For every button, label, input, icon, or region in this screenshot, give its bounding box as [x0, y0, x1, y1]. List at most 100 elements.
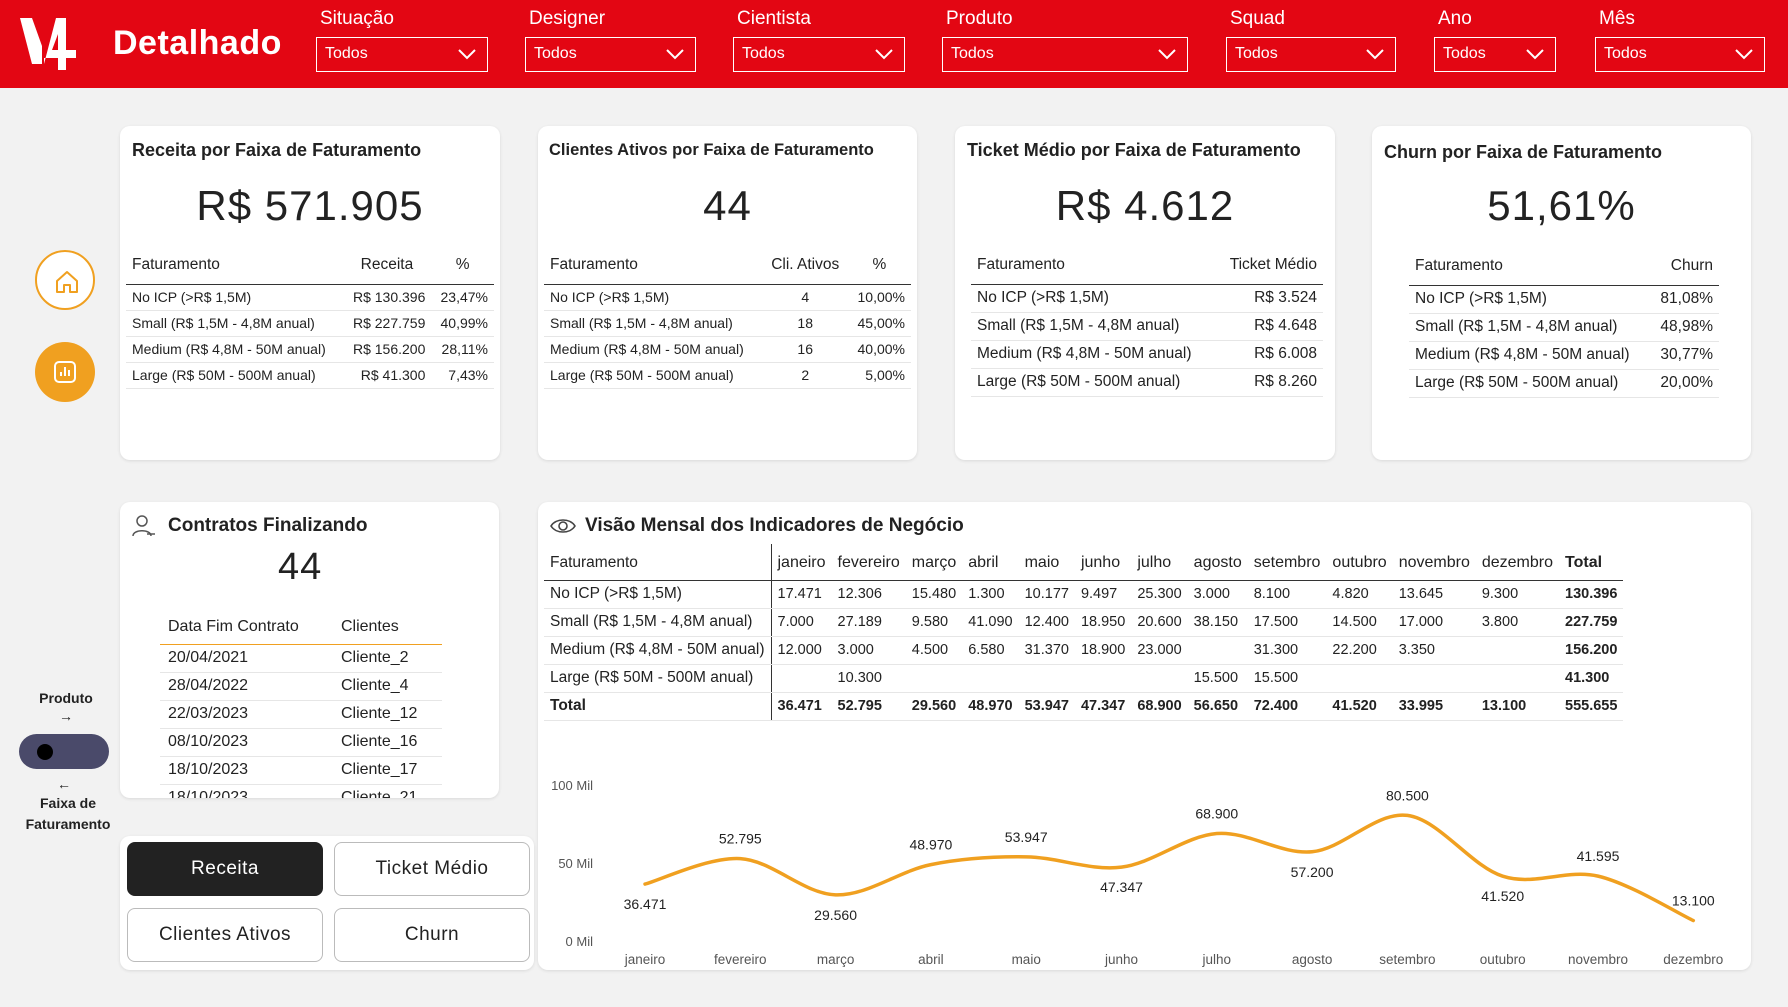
column-header: Cli. Ativos: [762, 250, 848, 285]
column-header: %: [431, 250, 494, 285]
kpi-table: Faturamento Cli. Ativos% No ICP (>R$ 1,5M…: [544, 250, 911, 389]
filter-value: Todos: [742, 45, 785, 62]
arrow-left-icon: ←: [57, 776, 71, 792]
column-header: Faturamento: [971, 250, 1216, 285]
report-button[interactable]: [35, 342, 95, 402]
table-row[interactable]: 18/10/2023 Cliente_17: [160, 756, 442, 785]
table-row[interactable]: No ICP (>R$ 1,5M) 81,08%: [1409, 285, 1719, 314]
filter-dropdown-designer[interactable]: Todos: [525, 37, 696, 72]
filter-dropdown-produto[interactable]: Todos: [942, 37, 1188, 72]
view-toggle[interactable]: [19, 734, 109, 769]
table-row[interactable]: No ICP (>R$ 1,5M) 17.471 12.306 15.480 1.300…: [544, 580, 1624, 609]
filter-dropdown-mes[interactable]: Todos: [1595, 37, 1765, 72]
ticket-medio-button[interactable]: Ticket Médio: [334, 842, 530, 896]
filter-ano: Ano Todos: [1434, 8, 1556, 72]
filter-label: Squad: [1230, 8, 1285, 29]
clientes-ativos-button[interactable]: Clientes Ativos: [127, 908, 323, 962]
user-icon: [132, 515, 155, 537]
column-header: julho: [1131, 544, 1188, 581]
filter-value: Todos: [1443, 45, 1486, 62]
column-header: Clientes: [332, 610, 442, 645]
column-header: agosto: [1187, 544, 1248, 581]
monthly-table: Faturamento janeiro fevereiro março abril mai…: [544, 544, 1624, 721]
card-title: Visão Mensal dos Indicadores de Negócio: [585, 515, 964, 536]
table-row[interactable]: 18/10/2023 Cliente_21: [160, 784, 442, 798]
column-header: fevereiro: [831, 544, 906, 581]
chevron-down-icon: [1366, 49, 1384, 60]
column-header: Faturamento: [544, 544, 772, 581]
filter-dropdown-ano[interactable]: Todos: [1434, 37, 1556, 72]
table-row[interactable]: Large (R$ 50M - 500M anual) 10.300 15.500 1…: [544, 664, 1624, 693]
filter-dropdown-squad[interactable]: Todos: [1226, 37, 1396, 72]
column-header: Receita: [342, 250, 432, 285]
chevron-down-icon: [458, 49, 476, 60]
column-header: Total: [1559, 544, 1624, 581]
table-row[interactable]: Medium (R$ 4,8M - 50M anual) R$ 6.008: [971, 340, 1323, 369]
page-title: Detalhado: [113, 24, 282, 62]
chevron-down-icon: [666, 49, 684, 60]
column-header: abril: [962, 544, 1019, 581]
filter-label: Cientista: [737, 8, 811, 29]
contracts-value: 44: [278, 546, 323, 588]
table-row[interactable]: Small (R$ 1,5M - 4,8M anual) 48,98%: [1409, 313, 1719, 342]
filter-label: Produto: [946, 8, 1013, 29]
column-header: novembro: [1392, 544, 1476, 581]
kpi-value: 44: [703, 182, 752, 229]
table-row[interactable]: Small (R$ 1,5M - 4,8M anual) R$ 227.759 40…: [126, 310, 494, 337]
toggle-label-produto: Produto: [39, 690, 93, 706]
table-row[interactable]: Large (R$ 50M - 500M anual) 20,00%: [1409, 369, 1719, 398]
column-header: Faturamento: [544, 250, 763, 285]
table-row[interactable]: Medium (R$ 4,8M - 50M anual) R$ 156.200 28…: [126, 336, 494, 363]
table-row[interactable]: 08/10/2023 Cliente_16: [160, 728, 442, 757]
chevron-down-icon: [1735, 49, 1753, 60]
table-row[interactable]: Small (R$ 1,5M - 4,8M anual) R$ 4.648: [971, 312, 1323, 341]
table-row[interactable]: Large (R$ 50M - 500M anual) 2 5,00%: [544, 362, 911, 389]
filter-label: Mês: [1599, 8, 1635, 29]
table-row[interactable]: 28/04/2022 Cliente_4: [160, 672, 442, 701]
column-header: dezembro: [1475, 544, 1559, 581]
table-row[interactable]: 22/03/2023 Cliente_12: [160, 700, 442, 729]
contracts-table: Data Fim Contrato Clientes 20/04/2021 Clie…: [160, 610, 442, 798]
toggle-label-faixa: Faixa de Faturamento: [25, 795, 111, 832]
card-title: Churn por Faixa de Faturamento: [1384, 142, 1663, 162]
filter-situacao: Situação Todos: [316, 8, 488, 72]
filter-dropdown-situacao[interactable]: Todos: [316, 37, 488, 72]
column-header: outubro: [1326, 544, 1393, 581]
filter-label: Situação: [320, 8, 394, 29]
table-row[interactable]: Large (R$ 50M - 500M anual) R$ 8.260: [971, 368, 1323, 397]
kpi-table: Faturamento Receita% No ICP (>R$ 1,5M) R$ …: [126, 250, 494, 389]
table-row[interactable]: No ICP (>R$ 1,5M) 4 10,00%: [544, 284, 911, 311]
table-row[interactable]: Small (R$ 1,5M - 4,8M anual) 7.000 27.189 9…: [544, 608, 1624, 637]
table-row[interactable]: Medium (R$ 4,8M - 50M anual) 12.000 3.000 4…: [544, 636, 1624, 665]
receita-button[interactable]: Receita: [127, 842, 323, 896]
column-header: Data Fim Contrato: [160, 610, 333, 645]
table-row[interactable]: No ICP (>R$ 1,5M) R$ 3.524: [971, 284, 1323, 313]
column-header: Ticket Médio: [1215, 250, 1323, 285]
filter-squad: Squad Todos: [1226, 8, 1396, 72]
table-row[interactable]: Small (R$ 1,5M - 4,8M anual) 18 45,00%: [544, 310, 911, 337]
kpi-card-clientes-ativos: Clientes Ativos por Faixa de Faturamento…: [538, 126, 917, 460]
home-button[interactable]: [35, 250, 95, 310]
filter-value: Todos: [1604, 45, 1647, 62]
card-title: Clientes Ativos por Faixa de Faturamento: [549, 141, 874, 159]
table-row[interactable]: Medium (R$ 4,8M - 50M anual) 16 40,00%: [544, 336, 911, 363]
column-header: janeiro: [771, 544, 832, 581]
filter-value: Todos: [1235, 45, 1278, 62]
card-title: Receita por Faixa de Faturamento: [132, 140, 422, 160]
filter-cientista: Cientista Todos: [733, 8, 905, 72]
table-row[interactable]: No ICP (>R$ 1,5M) R$ 130.396 23,47%: [126, 284, 494, 311]
header: Detalhado Situação Todos Designer Todos …: [0, 0, 1788, 88]
filter-dropdown-cientista[interactable]: Todos: [733, 37, 905, 72]
filter-label: Designer: [529, 8, 606, 29]
churn-button[interactable]: Churn: [334, 908, 530, 962]
filter-value: Todos: [951, 45, 994, 62]
table-row[interactable]: Large (R$ 50M - 500M anual) R$ 41.300 7,43…: [126, 362, 494, 389]
contracts-card: Contratos Finalizando 44 Data Fim Contra…: [120, 502, 499, 798]
chevron-down-icon: [1526, 49, 1544, 60]
table-total-row[interactable]: Total 36.471 52.795 29.560 48.970 53.947 47.34…: [544, 692, 1624, 721]
kpi-card-churn: Churn por Faixa de Faturamento 51,61% Fa…: [1372, 126, 1751, 460]
column-header: setembro: [1247, 544, 1327, 581]
table-row[interactable]: Medium (R$ 4,8M - 50M anual) 30,77%: [1409, 341, 1719, 370]
table-row[interactable]: 20/04/2021 Cliente_2: [160, 644, 442, 673]
filter-value: Todos: [325, 45, 368, 62]
